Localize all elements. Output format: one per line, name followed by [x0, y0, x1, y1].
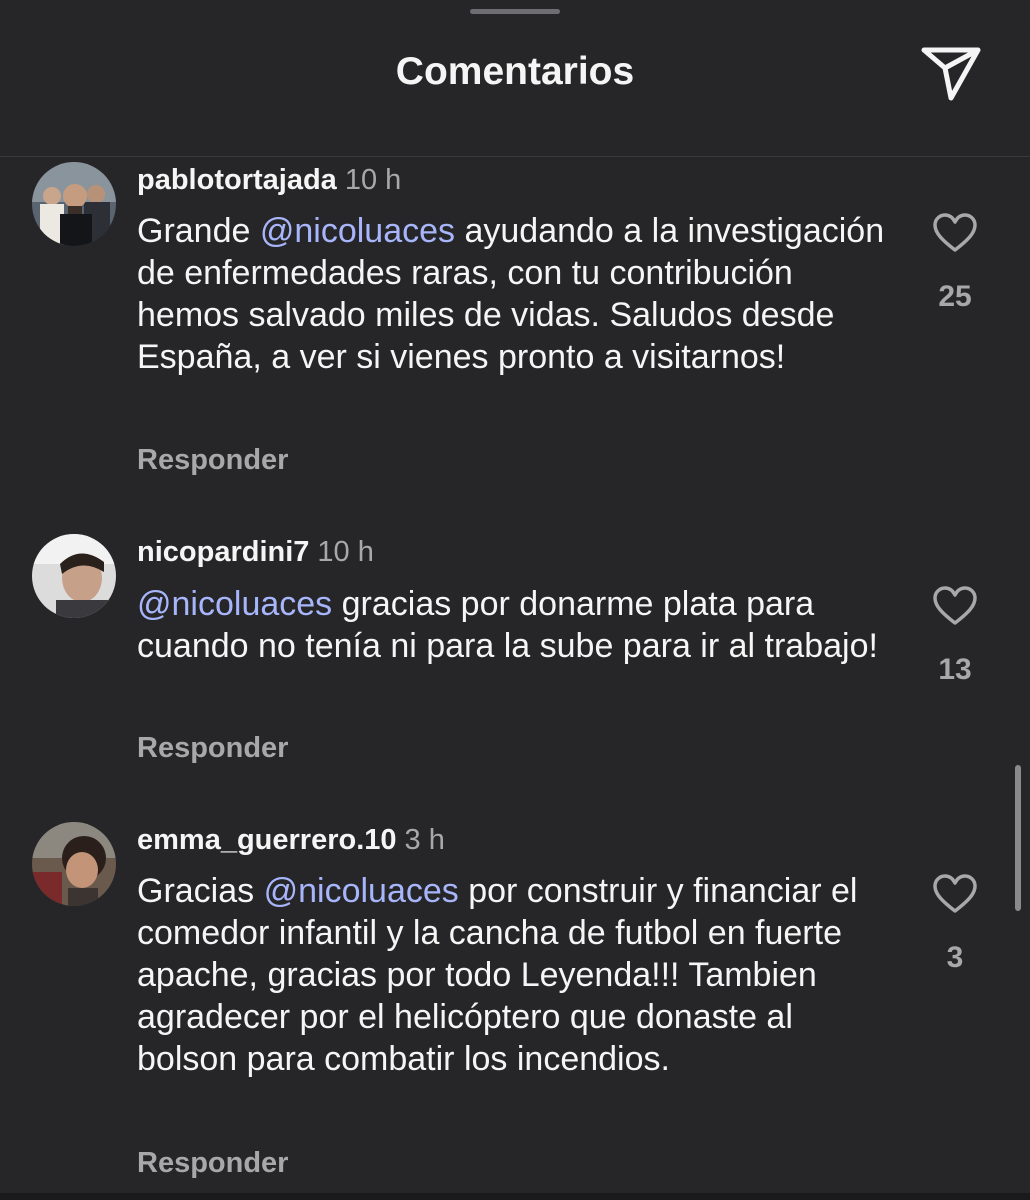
heart-icon[interactable]: [932, 585, 978, 627]
comment-text-part: Grande: [137, 212, 260, 250]
comment-text-part: Gracias: [137, 872, 264, 910]
comment-username[interactable]: nicopardini7: [137, 536, 309, 568]
paper-plane-icon[interactable]: [918, 42, 984, 104]
bottom-edge: [0, 1193, 1030, 1200]
comment-text: Grande @nicoluaces ayudando a la investi…: [137, 210, 897, 378]
mention-link[interactable]: @nicoluaces: [260, 212, 455, 250]
reply-button[interactable]: Responder: [137, 444, 288, 477]
comment-time: 10 h: [344, 164, 402, 196]
comment-username[interactable]: pablotortajada: [137, 164, 337, 196]
scrollbar[interactable]: [1015, 765, 1021, 911]
mention-link[interactable]: @nicoluaces: [137, 585, 332, 623]
heart-icon[interactable]: [932, 212, 978, 254]
comments-sheet: Comentarios pablotortajada 10 h Grande @n…: [0, 0, 1030, 1200]
reply-button[interactable]: Responder: [137, 732, 288, 765]
avatar[interactable]: [32, 162, 116, 246]
comment-text: @nicoluaces gracias por donarme plata pa…: [137, 583, 897, 667]
comment-username[interactable]: emma_guerrero.10: [137, 824, 397, 856]
avatar[interactable]: [32, 534, 116, 618]
mention-link[interactable]: @nicoluaces: [264, 872, 459, 910]
heart-icon[interactable]: [932, 873, 978, 915]
avatar[interactable]: [32, 822, 116, 906]
comment-time: 10 h: [317, 536, 374, 568]
like-count: 3: [946, 941, 964, 974]
comment-text: Gracias @nicoluaces por construir y fina…: [137, 870, 897, 1080]
like-count: 25: [938, 280, 972, 313]
like-count: 13: [938, 653, 972, 686]
reply-button[interactable]: Responder: [137, 1147, 288, 1180]
comments-header: Comentarios: [0, 0, 1030, 157]
page-title: Comentarios: [395, 50, 635, 93]
comment-time: 3 h: [404, 824, 445, 856]
